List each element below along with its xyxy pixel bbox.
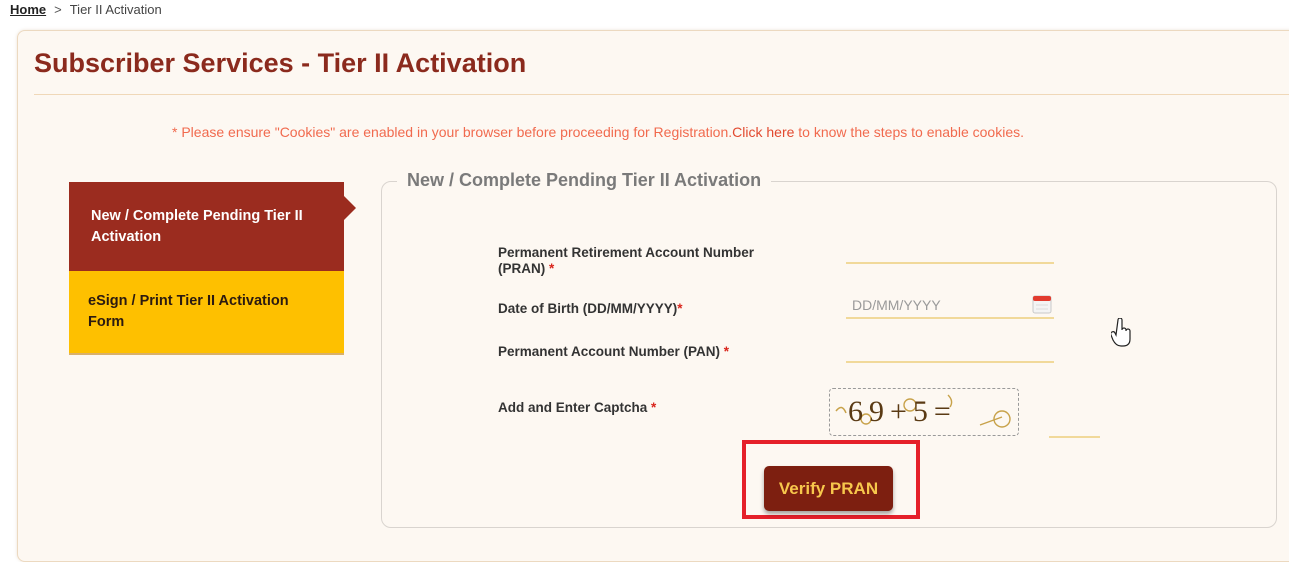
tab-esign-print-label: eSign / Print Tier II Activation Form (88, 293, 289, 330)
cookie-notice: * Please ensure "Cookies" are enabled in… (172, 124, 1024, 140)
breadcrumb-current: Tier II Activation (69, 2, 162, 17)
required-mark: * (723, 344, 730, 359)
captcha-input[interactable] (1049, 408, 1100, 438)
captcha-label: Add and Enter Captcha * (498, 400, 656, 416)
verify-pran-button[interactable]: Verify PRAN (764, 466, 893, 511)
captcha-image: 69+5= (829, 388, 1019, 436)
captcha-label-text: Add and Enter Captcha (498, 400, 648, 415)
required-mark: * (677, 301, 683, 316)
cookie-notice-text: * Please ensure "Cookies" are enabled in… (172, 124, 733, 140)
dob-label-text: Date of Birth (DD/MM/YYYY) (498, 301, 678, 316)
breadcrumb: Home > Tier II Activation (10, 2, 162, 17)
tab-esign-print[interactable]: eSign / Print Tier II Activation Form (69, 271, 344, 353)
page-title: Subscriber Services - Tier II Activation (34, 48, 527, 78)
tab-shadow (69, 353, 344, 355)
hand-pointer-icon (1111, 318, 1131, 347)
title-divider (34, 94, 1289, 95)
pran-label: Permanent Retirement Account Number (PRA… (498, 245, 798, 277)
pan-label-text: Permanent Account Number (PAN) (498, 344, 721, 359)
tab-new-activation[interactable]: New / Complete Pending Tier II Activatio… (69, 182, 356, 271)
required-mark: * (651, 400, 657, 415)
breadcrumb-home-link[interactable]: Home (10, 2, 46, 17)
dob-input[interactable] (846, 293, 1054, 319)
cookie-help-link[interactable]: Click here (732, 124, 794, 140)
pan-label: Permanent Account Number (PAN) * (498, 344, 729, 360)
dob-label: Date of Birth (DD/MM/YYYY)* (498, 301, 683, 317)
breadcrumb-separator: > (54, 2, 62, 17)
calendar-icon[interactable] (1032, 294, 1052, 314)
required-mark: * (549, 261, 555, 276)
tab-new-activation-label: New / Complete Pending Tier II Activatio… (91, 207, 303, 245)
fieldset-legend: New / Complete Pending Tier II Activatio… (397, 170, 772, 191)
captcha-text: 69+5= (848, 395, 957, 428)
pran-label-text: Permanent Retirement Account Number (PRA… (498, 245, 755, 276)
pan-input[interactable] (846, 337, 1054, 363)
cookie-notice-suffix: to know the steps to enable cookies. (794, 124, 1024, 140)
pran-input[interactable] (846, 238, 1054, 264)
